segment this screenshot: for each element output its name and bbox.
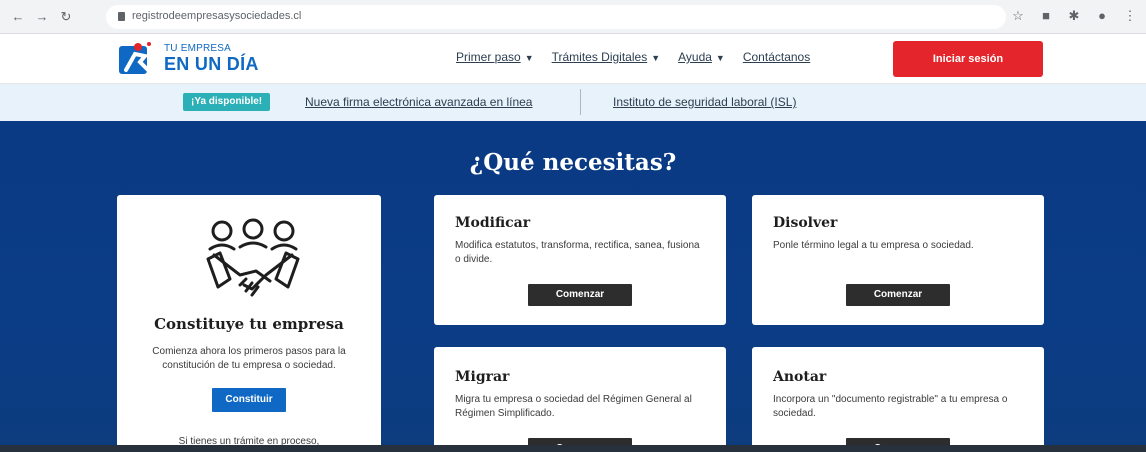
forward-arrow-icon[interactable]: → bbox=[34, 9, 50, 25]
disolver-text: Ponle término legal a tu empresa o socie… bbox=[773, 240, 974, 251]
site-logo[interactable]: TU EMPRESA EN UN DÍA bbox=[118, 38, 278, 80]
caret-down-icon: ▼ bbox=[715, 53, 725, 63]
lock-icon bbox=[118, 12, 125, 21]
firma-electronica-link[interactable]: Nueva firma electrónica avanzada en líne… bbox=[305, 95, 532, 109]
card-anotar: Anotar Incorpora un "documento registrab… bbox=[752, 347, 1044, 452]
main-menu: Primer paso ▼ Trámites Digitales ▼ Ayuda ▼ … bbox=[456, 50, 810, 64]
hero-section: ¿Qué necesitas? Constituye tu empresa Co… bbox=[0, 121, 1146, 452]
menu-item-label: Ayuda bbox=[678, 50, 712, 64]
handshake-people-icon bbox=[206, 218, 300, 297]
menu-item-contactanos[interactable]: Contáctanos bbox=[743, 50, 810, 64]
site-header: TU EMPRESA EN UN DÍA Primer paso ▼ Trámit… bbox=[0, 34, 1146, 84]
migrar-title: Migrar bbox=[455, 369, 510, 385]
announce-divider bbox=[580, 89, 581, 115]
menu-item-ayuda[interactable]: Ayuda ▼ bbox=[678, 50, 725, 64]
reload-icon[interactable]: ↻ bbox=[58, 9, 74, 25]
constituir-button[interactable]: Constituir bbox=[212, 388, 286, 412]
anotar-title: Anotar bbox=[773, 369, 827, 385]
browser-actions: ☆ ■ ✱ ● ⋮ bbox=[1010, 8, 1138, 24]
url-text: registrodeempresasysociedades.cl bbox=[132, 10, 302, 22]
disolver-comenzar-button[interactable]: Comenzar bbox=[846, 284, 950, 306]
bookmark-star-icon[interactable]: ☆ bbox=[1010, 8, 1026, 24]
disolver-title: Disolver bbox=[773, 215, 838, 231]
extension-icon[interactable]: ■ bbox=[1038, 8, 1054, 24]
profile-icon[interactable]: ● bbox=[1094, 8, 1110, 24]
card-migrar: Migrar Migra tu empresa o sociedad del R… bbox=[434, 347, 726, 452]
logo-mark-icon bbox=[119, 42, 151, 74]
isl-link[interactable]: Instituto de seguridad laboral (ISL) bbox=[613, 95, 796, 109]
menu-item-label: Contáctanos bbox=[742, 50, 811, 64]
card-modificar: Modificar Modifica estatutos, transforma… bbox=[434, 195, 726, 325]
card-constituye: Constituye tu empresa Comienza ahora los… bbox=[117, 195, 381, 452]
caret-down-icon: ▼ bbox=[524, 53, 534, 63]
back-arrow-icon[interactable]: ← bbox=[10, 9, 26, 25]
address-bar[interactable]: registrodeempresasysociedades.cl bbox=[106, 5, 1006, 29]
menu-item-tramites-digitales[interactable]: Trámites Digitales ▼ bbox=[552, 50, 661, 64]
modificar-text: Modifica estatutos, transforma, rectific… bbox=[455, 240, 700, 265]
browser-toolbar: ← → ↻ registrodeempresasysociedades.cl ☆… bbox=[0, 0, 1146, 34]
constituye-text: Comienza ahora los primeros pasos para l… bbox=[152, 346, 346, 371]
available-badge: ¡Ya disponible! bbox=[183, 93, 271, 111]
modificar-comenzar-button[interactable]: Comenzar bbox=[528, 284, 632, 306]
announcement-bar: ¡Ya disponible! Nueva firma electrónica … bbox=[0, 84, 1146, 121]
hero-title: ¿Qué necesitas? bbox=[469, 149, 677, 176]
constituye-title: Constituye tu empresa bbox=[154, 315, 344, 333]
logo-big-text: EN UN DÍA bbox=[164, 54, 259, 74]
menu-item-primer-paso[interactable]: Primer paso ▼ bbox=[456, 50, 534, 64]
anotar-text: Incorpora un "documento registrable" a t… bbox=[773, 394, 1008, 419]
menu-item-label: Trámites Digitales bbox=[551, 50, 648, 64]
os-taskbar bbox=[0, 445, 1146, 452]
migrar-text: Migra tu empresa o sociedad del Régimen … bbox=[455, 394, 692, 419]
logo-small-text: TU EMPRESA bbox=[164, 43, 232, 54]
page: ← → ↻ registrodeempresasysociedades.cl ☆… bbox=[0, 0, 1146, 452]
card-disolver: Disolver Ponle término legal a tu empres… bbox=[752, 195, 1044, 325]
modificar-title: Modificar bbox=[455, 215, 531, 231]
puzzle-icon[interactable]: ✱ bbox=[1066, 8, 1082, 24]
menu-dots-icon[interactable]: ⋮ bbox=[1122, 8, 1138, 24]
menu-item-label: Primer paso bbox=[456, 50, 521, 64]
caret-down-icon: ▼ bbox=[651, 53, 661, 63]
login-button[interactable]: Iniciar sesión bbox=[893, 41, 1043, 77]
